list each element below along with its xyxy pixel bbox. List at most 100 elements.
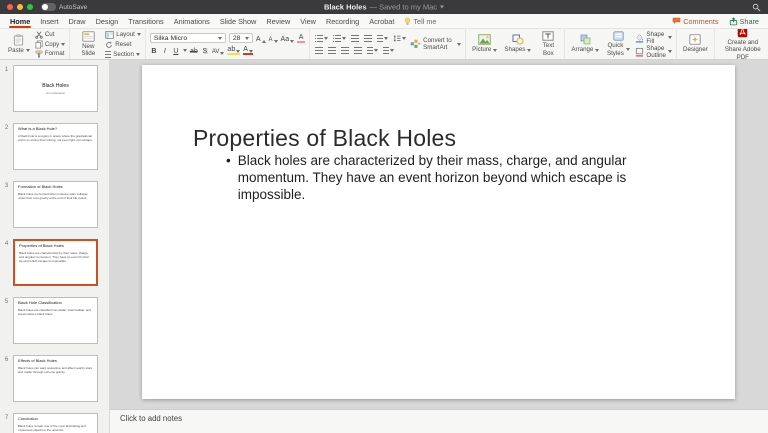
change-case-button[interactable]: Aa [281, 34, 295, 43]
thumbnail-item-5[interactable]: 5 Black Hole Classification Black holes … [0, 297, 109, 344]
underline-button[interactable]: U [172, 46, 180, 55]
share-button[interactable]: Share [729, 17, 759, 26]
columns-button[interactable] [366, 46, 379, 55]
slide-canvas[interactable]: Properties of Black Holes • Black holes … [110, 60, 768, 409]
autosave-control[interactable]: AutoSave [41, 3, 87, 11]
text-direction-button[interactable] [376, 34, 389, 43]
font-size-select[interactable]: 28 [228, 33, 253, 43]
text-direction-icon [377, 34, 384, 42]
slide-thumbnail[interactable]: Conclusion Black holes remain one of the… [13, 413, 98, 433]
chevron-down-icon [273, 39, 278, 43]
autosave-toggle[interactable] [41, 3, 56, 11]
character-spacing-button[interactable]: AV [212, 46, 225, 55]
layout-button[interactable]: Layout [105, 30, 141, 39]
numbered-list-button[interactable] [332, 34, 347, 43]
slide-title-placeholder[interactable]: Properties of Black Holes [193, 125, 456, 152]
align-left-button[interactable] [314, 46, 324, 55]
align-center-button[interactable] [327, 46, 337, 55]
new-slide-button[interactable]: New Slide [74, 31, 102, 57]
slide-thumbnail[interactable]: What is a Black Hole? A black hole is a … [13, 123, 98, 170]
designer-group: Designer [677, 29, 715, 59]
copy-button[interactable]: Copy [35, 40, 66, 49]
scissors-icon [35, 31, 43, 39]
thumbnail-item-6[interactable]: 6 Effects of Black Holes Black holes can… [0, 355, 109, 402]
thumbnail-item-1[interactable]: 1 Black Holes An exploration [0, 65, 109, 112]
designer-button[interactable]: Designer [681, 34, 710, 53]
justify-button[interactable] [353, 46, 363, 55]
increase-font-size-button[interactable]: A [256, 34, 266, 43]
tab-draw[interactable]: Draw [64, 14, 91, 28]
slide-thumbnail[interactable]: Formation of Black Holes Black holes are… [13, 181, 98, 228]
bold-button[interactable]: B [150, 46, 158, 55]
chevron-down-icon [182, 49, 187, 52]
convert-smartart-button[interactable]: Convert to SmartArt [410, 37, 462, 51]
adobe-pdf-button[interactable]: Create and Share Adobe PDF [719, 29, 767, 59]
slide-number: 5 [4, 299, 9, 305]
chevron-up-icon [261, 39, 266, 43]
increase-indent-button[interactable] [363, 34, 373, 43]
quick-styles-button[interactable]: Quick Styles [604, 31, 632, 57]
shape-outline-button[interactable]: Shape Outline [635, 45, 672, 59]
minimize-window-button[interactable] [17, 4, 23, 10]
tab-acrobat[interactable]: Acrobat [364, 14, 399, 28]
reset-button[interactable]: Reset [105, 41, 141, 49]
slide-number: 7 [4, 415, 9, 421]
slide-thumbnail-selected[interactable]: Properties of Black Holes Black holes ar… [13, 239, 98, 286]
tab-review[interactable]: Review [261, 14, 295, 28]
chevron-down-icon [667, 36, 672, 39]
current-slide[interactable]: Properties of Black Holes • Black holes … [142, 65, 735, 399]
acrobat-icon [737, 29, 748, 38]
shapes-button[interactable]: Shapes [502, 34, 533, 53]
document-title[interactable]: Black Holes — Saved to my Mac [323, 2, 445, 12]
format-painter-button[interactable]: Format [35, 50, 65, 58]
tab-animations[interactable]: Animations [169, 14, 215, 28]
strikethrough-button[interactable]: ab [190, 46, 198, 55]
font-name-select[interactable]: Silka Micro [149, 33, 226, 43]
tell-me-button[interactable]: Tell me [399, 14, 441, 28]
align-right-icon [341, 46, 350, 54]
comments-button[interactable]: Comments [672, 17, 719, 26]
thumbnail-item-2[interactable]: 2 What is a Black Hole? A black hole is … [0, 123, 109, 170]
font-color-button[interactable]: A [243, 46, 253, 55]
slide-body-placeholder[interactable]: • Black holes are characterized by their… [226, 152, 650, 203]
section-button[interactable]: Section [105, 50, 141, 58]
thumbnail-item-3[interactable]: 3 Formation of Black Holes Black holes a… [0, 181, 109, 228]
document-name: Black Holes [323, 2, 367, 12]
decrease-font-size-button[interactable]: A [269, 34, 278, 43]
tab-recording[interactable]: Recording [321, 14, 364, 28]
arrange-button[interactable]: Arrange [569, 34, 601, 53]
tab-home[interactable]: Home [5, 14, 35, 28]
thumbnail-item-7[interactable]: 7 Conclusion Black holes remain one of t… [0, 413, 109, 433]
text-shadow-button[interactable]: S [201, 46, 209, 55]
tab-design[interactable]: Design [91, 14, 124, 28]
decrease-indent-button[interactable] [350, 34, 360, 43]
notes-pane[interactable]: Click to add notes [110, 409, 768, 433]
tab-slide-show[interactable]: Slide Show [215, 14, 262, 28]
tab-transitions[interactable]: Transitions [123, 14, 168, 28]
slide-thumbnail[interactable]: Black Hole Classification Black holes ar… [13, 297, 98, 344]
tab-insert[interactable]: Insert [35, 14, 63, 28]
search-icon[interactable] [752, 3, 761, 12]
align-text-button[interactable] [382, 46, 395, 55]
outline-icon [635, 47, 644, 57]
slide-thumbnail[interactable]: Black Holes An exploration [13, 65, 98, 112]
bullet-list-button[interactable] [314, 34, 329, 43]
shape-fill-button[interactable]: Shape Fill [635, 31, 672, 45]
close-window-button[interactable] [7, 4, 13, 10]
clear-formatting-button[interactable]: A [297, 34, 306, 43]
thumbnail-item-4[interactable]: 4 Properties of Black Holes Black holes … [0, 239, 109, 286]
toggle-knob-icon [42, 4, 48, 10]
picture-button[interactable]: Picture [470, 34, 499, 53]
line-spacing-button[interactable] [392, 34, 407, 43]
increase-indent-icon [364, 34, 373, 42]
align-right-button[interactable] [340, 46, 350, 55]
chevron-down-icon [457, 42, 462, 46]
zoom-window-button[interactable] [27, 4, 33, 10]
italic-button[interactable]: I [161, 46, 169, 55]
text-box-button[interactable]: Text Box [536, 31, 560, 57]
paste-button[interactable]: Paste [6, 34, 32, 54]
text-highlight-button[interactable]: ab [227, 46, 241, 55]
cut-button[interactable]: Cut [35, 31, 65, 39]
slide-thumbnail[interactable]: Effects of Black Holes Black holes can w… [13, 355, 98, 402]
tab-view[interactable]: View [295, 14, 321, 28]
